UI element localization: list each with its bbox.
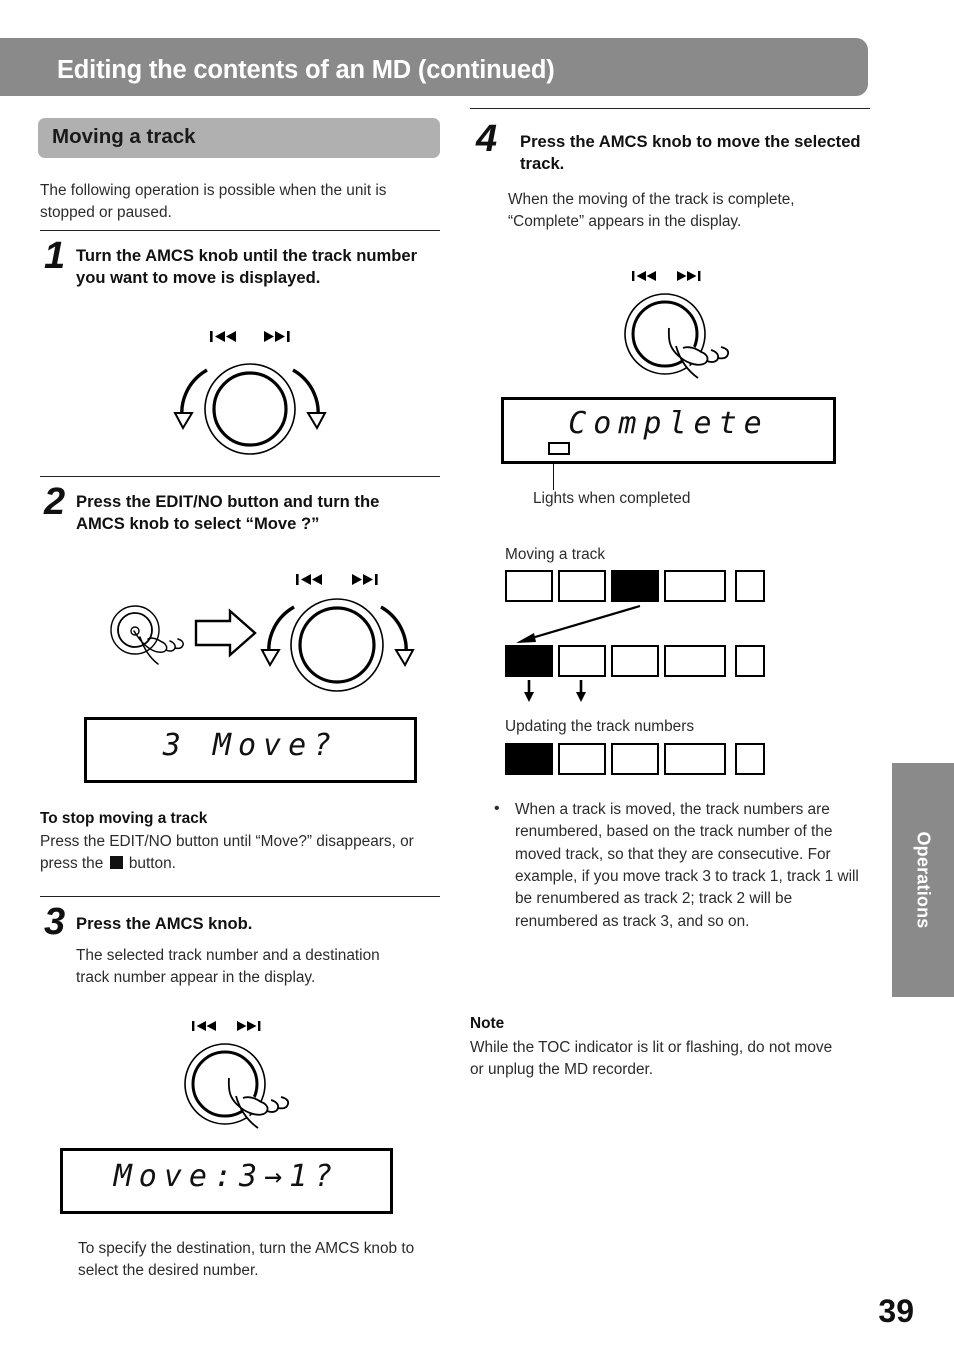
lcd-text-step3: Move:3→1? <box>113 1159 340 1194</box>
knob-press-icon <box>624 271 730 379</box>
move-arrow-icon <box>516 604 641 643</box>
track-box <box>664 645 726 677</box>
bullet-text: When a track is moved, the track numbers… <box>515 801 859 930</box>
step-3-body: The selected track number and a destinat… <box>76 947 380 987</box>
skip-forward-icon <box>264 331 290 342</box>
lcd-display-step2: 3 Move? <box>84 717 417 783</box>
track-box <box>664 570 726 602</box>
lcd-display-step4: Complete <box>501 397 836 464</box>
page-title: Editing the contents of an MD (continued… <box>57 56 555 84</box>
track-box-selected <box>505 743 553 775</box>
divider-1 <box>40 230 440 231</box>
step-2-illustration <box>100 565 430 695</box>
track-box <box>611 645 659 677</box>
lcd-text-step2: 3 Move? <box>162 728 339 763</box>
track-box <box>664 743 726 775</box>
page-number: 39 <box>878 1293 914 1329</box>
step-3-footnote: To specify the destination, turn the AMC… <box>78 1240 415 1280</box>
indicator-leader-line <box>553 464 554 490</box>
track-box <box>558 570 606 602</box>
step-3-illustration <box>172 1016 322 1136</box>
skip-forward-icon <box>352 574 378 585</box>
track-box <box>735 570 765 602</box>
step-1-title: Turn the AMCS knob until the track numbe… <box>76 246 418 288</box>
track-box <box>558 743 606 775</box>
arrow-right-icon <box>194 608 257 658</box>
stop-section-heading: To stop moving a track <box>40 810 208 827</box>
hand-icon <box>667 327 730 379</box>
note-text: While the TOC indicator is lit or flashi… <box>470 1039 833 1079</box>
stop-section-text-after: button. <box>128 855 176 873</box>
diagram-label-top: Moving a track <box>505 546 606 563</box>
stop-section: To stop moving a track Press the EDIT/NO… <box>40 810 440 876</box>
track-box-selected <box>611 570 659 602</box>
press-then-rotate-icon <box>110 574 415 692</box>
track-box <box>505 570 553 602</box>
lcd-display-step3: Move:3→1? <box>60 1148 393 1214</box>
divider-right-1 <box>470 108 870 109</box>
track-box-selected <box>505 645 553 677</box>
knob-rotate-icon <box>173 331 327 455</box>
note-heading: Note <box>470 1015 505 1032</box>
step-4-body: When the moving of the track is complete… <box>508 191 795 231</box>
bullet-dot-icon: • <box>494 800 500 817</box>
section-heading-label: Moving a track <box>52 125 196 148</box>
skip-back-icon <box>192 1021 216 1031</box>
knob-press-icon <box>184 1021 290 1129</box>
stop-section-text-before: Press the EDIT/NO button until “Move?” d… <box>40 833 414 873</box>
indicator-caption: Lights when completed <box>533 490 691 507</box>
track-box <box>558 645 606 677</box>
step-4-title: Press the AMCS knob to move the selected… <box>520 132 861 174</box>
skip-back-icon <box>296 574 322 585</box>
divider-2 <box>40 476 440 477</box>
track-box <box>611 743 659 775</box>
divider-3 <box>40 896 440 897</box>
step-4-number: 4 <box>476 118 498 160</box>
skip-back-icon <box>632 271 656 281</box>
step-1-illustration <box>160 325 340 470</box>
toc-indicator-icon <box>548 442 570 455</box>
hand-icon <box>227 1077 290 1129</box>
renumber-arrows-icon <box>524 680 586 702</box>
section-tab-operations: Operations <box>892 763 954 997</box>
skip-forward-icon <box>677 271 701 281</box>
step-1-number: 1 <box>44 235 66 277</box>
stop-button-icon <box>109 856 123 870</box>
section-tab-label: Operations <box>913 831 934 929</box>
step-3-title: Press the AMCS knob. <box>76 914 253 933</box>
diagram-label-bottom: Updating the track numbers <box>505 718 695 735</box>
intro-text: The following operation is possible when… <box>40 182 387 222</box>
skip-back-icon <box>210 331 236 342</box>
track-box <box>735 645 765 677</box>
skip-forward-icon <box>237 1021 261 1031</box>
track-box <box>735 743 765 775</box>
step-2-number: 2 <box>44 481 66 523</box>
finger-press-button-icon <box>110 605 184 665</box>
step-2-title: Press the EDIT/NO button and turn the AM… <box>76 492 380 534</box>
step-4-illustration <box>612 266 762 386</box>
step-3-number: 3 <box>44 901 66 943</box>
lcd-text-step4: Complete <box>568 406 769 441</box>
